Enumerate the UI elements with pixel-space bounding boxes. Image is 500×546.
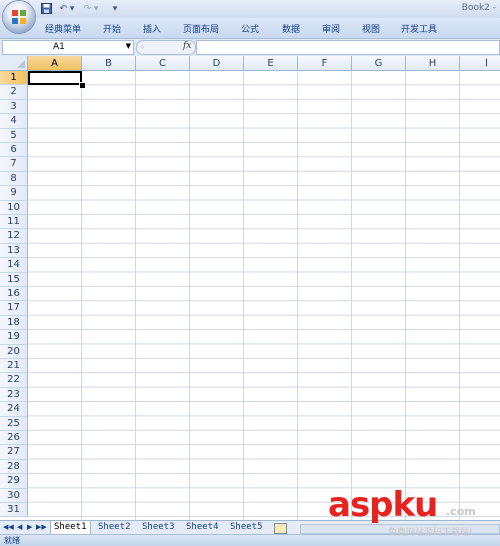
sheet-tab-sheet5[interactable]: Sheet5 <box>230 521 263 534</box>
tab-review[interactable]: 审阅 <box>322 22 340 35</box>
prev-sheet-icon[interactable]: ◀ <box>17 523 22 531</box>
column-header-g[interactable]: G <box>352 56 406 71</box>
window-title: Book2 - <box>461 3 496 13</box>
select-all-button[interactable] <box>0 56 28 71</box>
row-header-31[interactable]: 31 <box>0 503 28 518</box>
row-header-25[interactable]: 25 <box>0 416 28 431</box>
tab-developer[interactable]: 开发工具 <box>401 22 437 35</box>
row-header-29[interactable]: 29 <box>0 474 28 489</box>
sheet-tab-sheet1[interactable]: Sheet1 <box>50 521 91 535</box>
row-header-4[interactable]: 4 <box>0 114 28 129</box>
row-header-13[interactable]: 13 <box>0 243 28 259</box>
column-header-c[interactable]: C <box>136 56 190 71</box>
row-header-1[interactable]: 1 <box>0 71 28 86</box>
active-cell-a1[interactable] <box>28 71 82 86</box>
insert-sheet-icon[interactable] <box>274 523 287 534</box>
row-header-26[interactable]: 26 <box>0 431 28 446</box>
column-header-d[interactable]: D <box>190 56 244 71</box>
cells-area[interactable] <box>28 71 500 520</box>
office-button[interactable] <box>3 1 35 33</box>
watermark-subtitle: 免费网站源码下载站! <box>388 528 473 538</box>
tab-page-layout[interactable]: 页面布局 <box>183 22 219 35</box>
worksheet-grid: ABCDEFGHI 1 2 3 4 5 6 7 8 9 10 11 12 13 14 15 16 17 18 19 2… <box>0 56 500 520</box>
sheet-tab-sheet2[interactable]: Sheet2 <box>98 521 131 534</box>
office-logo-icon <box>12 10 26 24</box>
row-header-23[interactable]: 23 <box>0 387 28 403</box>
row-header-20[interactable]: 20 <box>0 344 28 359</box>
save-icon[interactable] <box>40 2 52 15</box>
tab-formulas[interactable]: 公式 <box>241 22 259 35</box>
tab-data[interactable]: 数据 <box>282 22 300 35</box>
row-header-30[interactable]: 30 <box>0 488 28 503</box>
row-header-21[interactable]: 21 <box>0 359 28 374</box>
row-header-2[interactable]: 2 <box>0 85 28 100</box>
row-header-28[interactable]: 28 <box>0 459 28 475</box>
column-header-h[interactable]: H <box>406 56 460 71</box>
row-header-10[interactable]: 10 <box>0 200 28 215</box>
formula-tools: ◦ fx <box>136 40 196 55</box>
first-sheet-icon[interactable]: ◀◀ <box>3 523 14 531</box>
watermark: aspku .com 免费网站源码下载站! <box>328 487 500 545</box>
redo-icon[interactable]: ↷ ▾ <box>80 2 102 15</box>
next-sheet-icon[interactable]: ▶ <box>27 523 32 531</box>
chevron-down-icon[interactable]: ▼ <box>126 42 131 50</box>
tab-view[interactable]: 视图 <box>362 22 380 35</box>
tab-home[interactable]: 开始 <box>103 22 121 35</box>
row-header-11[interactable]: 11 <box>0 215 28 230</box>
row-header-7[interactable]: 7 <box>0 157 28 172</box>
expand-handle-icon[interactable]: ◦ <box>140 43 145 52</box>
row-header-6[interactable]: 6 <box>0 143 28 158</box>
row-header-18[interactable]: 18 <box>0 315 28 331</box>
watermark-suffix: .com <box>446 505 476 518</box>
column-header-f[interactable]: F <box>298 56 352 71</box>
fill-handle[interactable] <box>79 82 86 89</box>
name-box-value: A1 <box>53 42 65 52</box>
tab-insert[interactable]: 插入 <box>143 22 161 35</box>
customize-quick-access-button[interactable]: ▾ <box>110 2 120 15</box>
insert-function-button[interactable]: fx <box>183 41 191 51</box>
watermark-logo: aspku <box>328 485 438 525</box>
column-header-i[interactable]: I <box>460 56 500 71</box>
column-header-a[interactable]: A <box>28 56 82 71</box>
row-header-19[interactable]: 19 <box>0 330 28 345</box>
column-header-b[interactable]: B <box>82 56 136 71</box>
sheet-tab-sheet3[interactable]: Sheet3 <box>142 521 175 534</box>
tab-classic-menu[interactable]: 经典菜单 <box>45 22 81 35</box>
row-header-5[interactable]: 5 <box>0 128 28 143</box>
row-header-15[interactable]: 15 <box>0 272 28 287</box>
column-header-e[interactable]: E <box>244 56 298 71</box>
formula-bar: A1 ▼ ◦ fx <box>0 39 500 57</box>
title-bar: ↶ ▾ ↷ ▾ ▾ Book2 - <box>0 0 500 33</box>
sheet-tab-sheet4[interactable]: Sheet4 <box>186 521 219 534</box>
undo-icon[interactable]: ↶ ▾ <box>56 2 78 15</box>
row-header-22[interactable]: 22 <box>0 373 28 388</box>
status-text: 就绪 <box>4 536 20 545</box>
row-header-3[interactable]: 3 <box>0 99 28 115</box>
row-header-14[interactable]: 14 <box>0 258 28 273</box>
ribbon-tabs: 经典菜单 开始 插入 页面布局 公式 数据 审阅 视图 开发工具 <box>0 18 500 39</box>
row-header-12[interactable]: 12 <box>0 229 28 244</box>
row-header-8[interactable]: 8 <box>0 171 28 187</box>
name-box[interactable]: A1 ▼ <box>2 40 134 55</box>
row-header-24[interactable]: 24 <box>0 402 28 417</box>
row-header-17[interactable]: 17 <box>0 301 28 316</box>
row-header-27[interactable]: 27 <box>0 445 28 460</box>
select-all-icon <box>17 60 25 68</box>
row-header-16[interactable]: 16 <box>0 287 28 302</box>
last-sheet-icon[interactable]: ▶▶ <box>36 523 47 531</box>
formula-input[interactable] <box>196 40 500 55</box>
row-header-9[interactable]: 9 <box>0 186 28 201</box>
